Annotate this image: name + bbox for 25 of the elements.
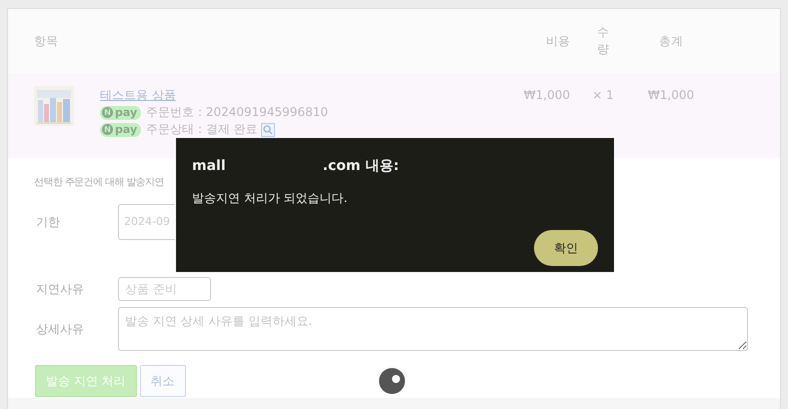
order-number: 주문번호 : 2024091945996810: [146, 104, 328, 121]
field-label: 상세사유: [35, 321, 85, 338]
cancel-button[interactable]: 취소: [140, 365, 186, 397]
detail-textarea[interactable]: 발송 지연 상세 사유를 입력하세요.: [118, 307, 748, 351]
search-icon[interactable]: [260, 122, 275, 136]
order-status: 주문상태 : 결제 완료: [146, 121, 258, 138]
dialog-message: 발송지연 처리가 되었습니다.: [192, 190, 348, 207]
npay-badge: N pay: [100, 122, 142, 136]
npay-badge: N pay: [100, 106, 142, 120]
dialog-title: mall: [192, 157, 226, 176]
dialog-title: .com 내용:: [322, 157, 399, 176]
price-text: ₩1,000: [524, 88, 570, 102]
delay-button[interactable]: 발송 지연 처리: [35, 365, 137, 397]
column-header: 항목: [34, 33, 58, 50]
column-header: 비용: [546, 34, 570, 48]
column-header: 총계: [659, 34, 683, 48]
instruction-text: 선택한 주문건에 대해 발송지연: [34, 177, 164, 188]
product-link[interactable]: 테스트용 상품: [100, 88, 176, 102]
confirm-button[interactable]: 확인: [534, 230, 598, 266]
total-text: ₩1,000: [648, 88, 694, 102]
field-label: 기한: [35, 214, 61, 231]
quantity-text: × 1: [592, 88, 614, 102]
loading-icon: [379, 368, 405, 394]
field-label: 지연사유: [35, 281, 85, 298]
column-header: 수량: [596, 24, 610, 58]
